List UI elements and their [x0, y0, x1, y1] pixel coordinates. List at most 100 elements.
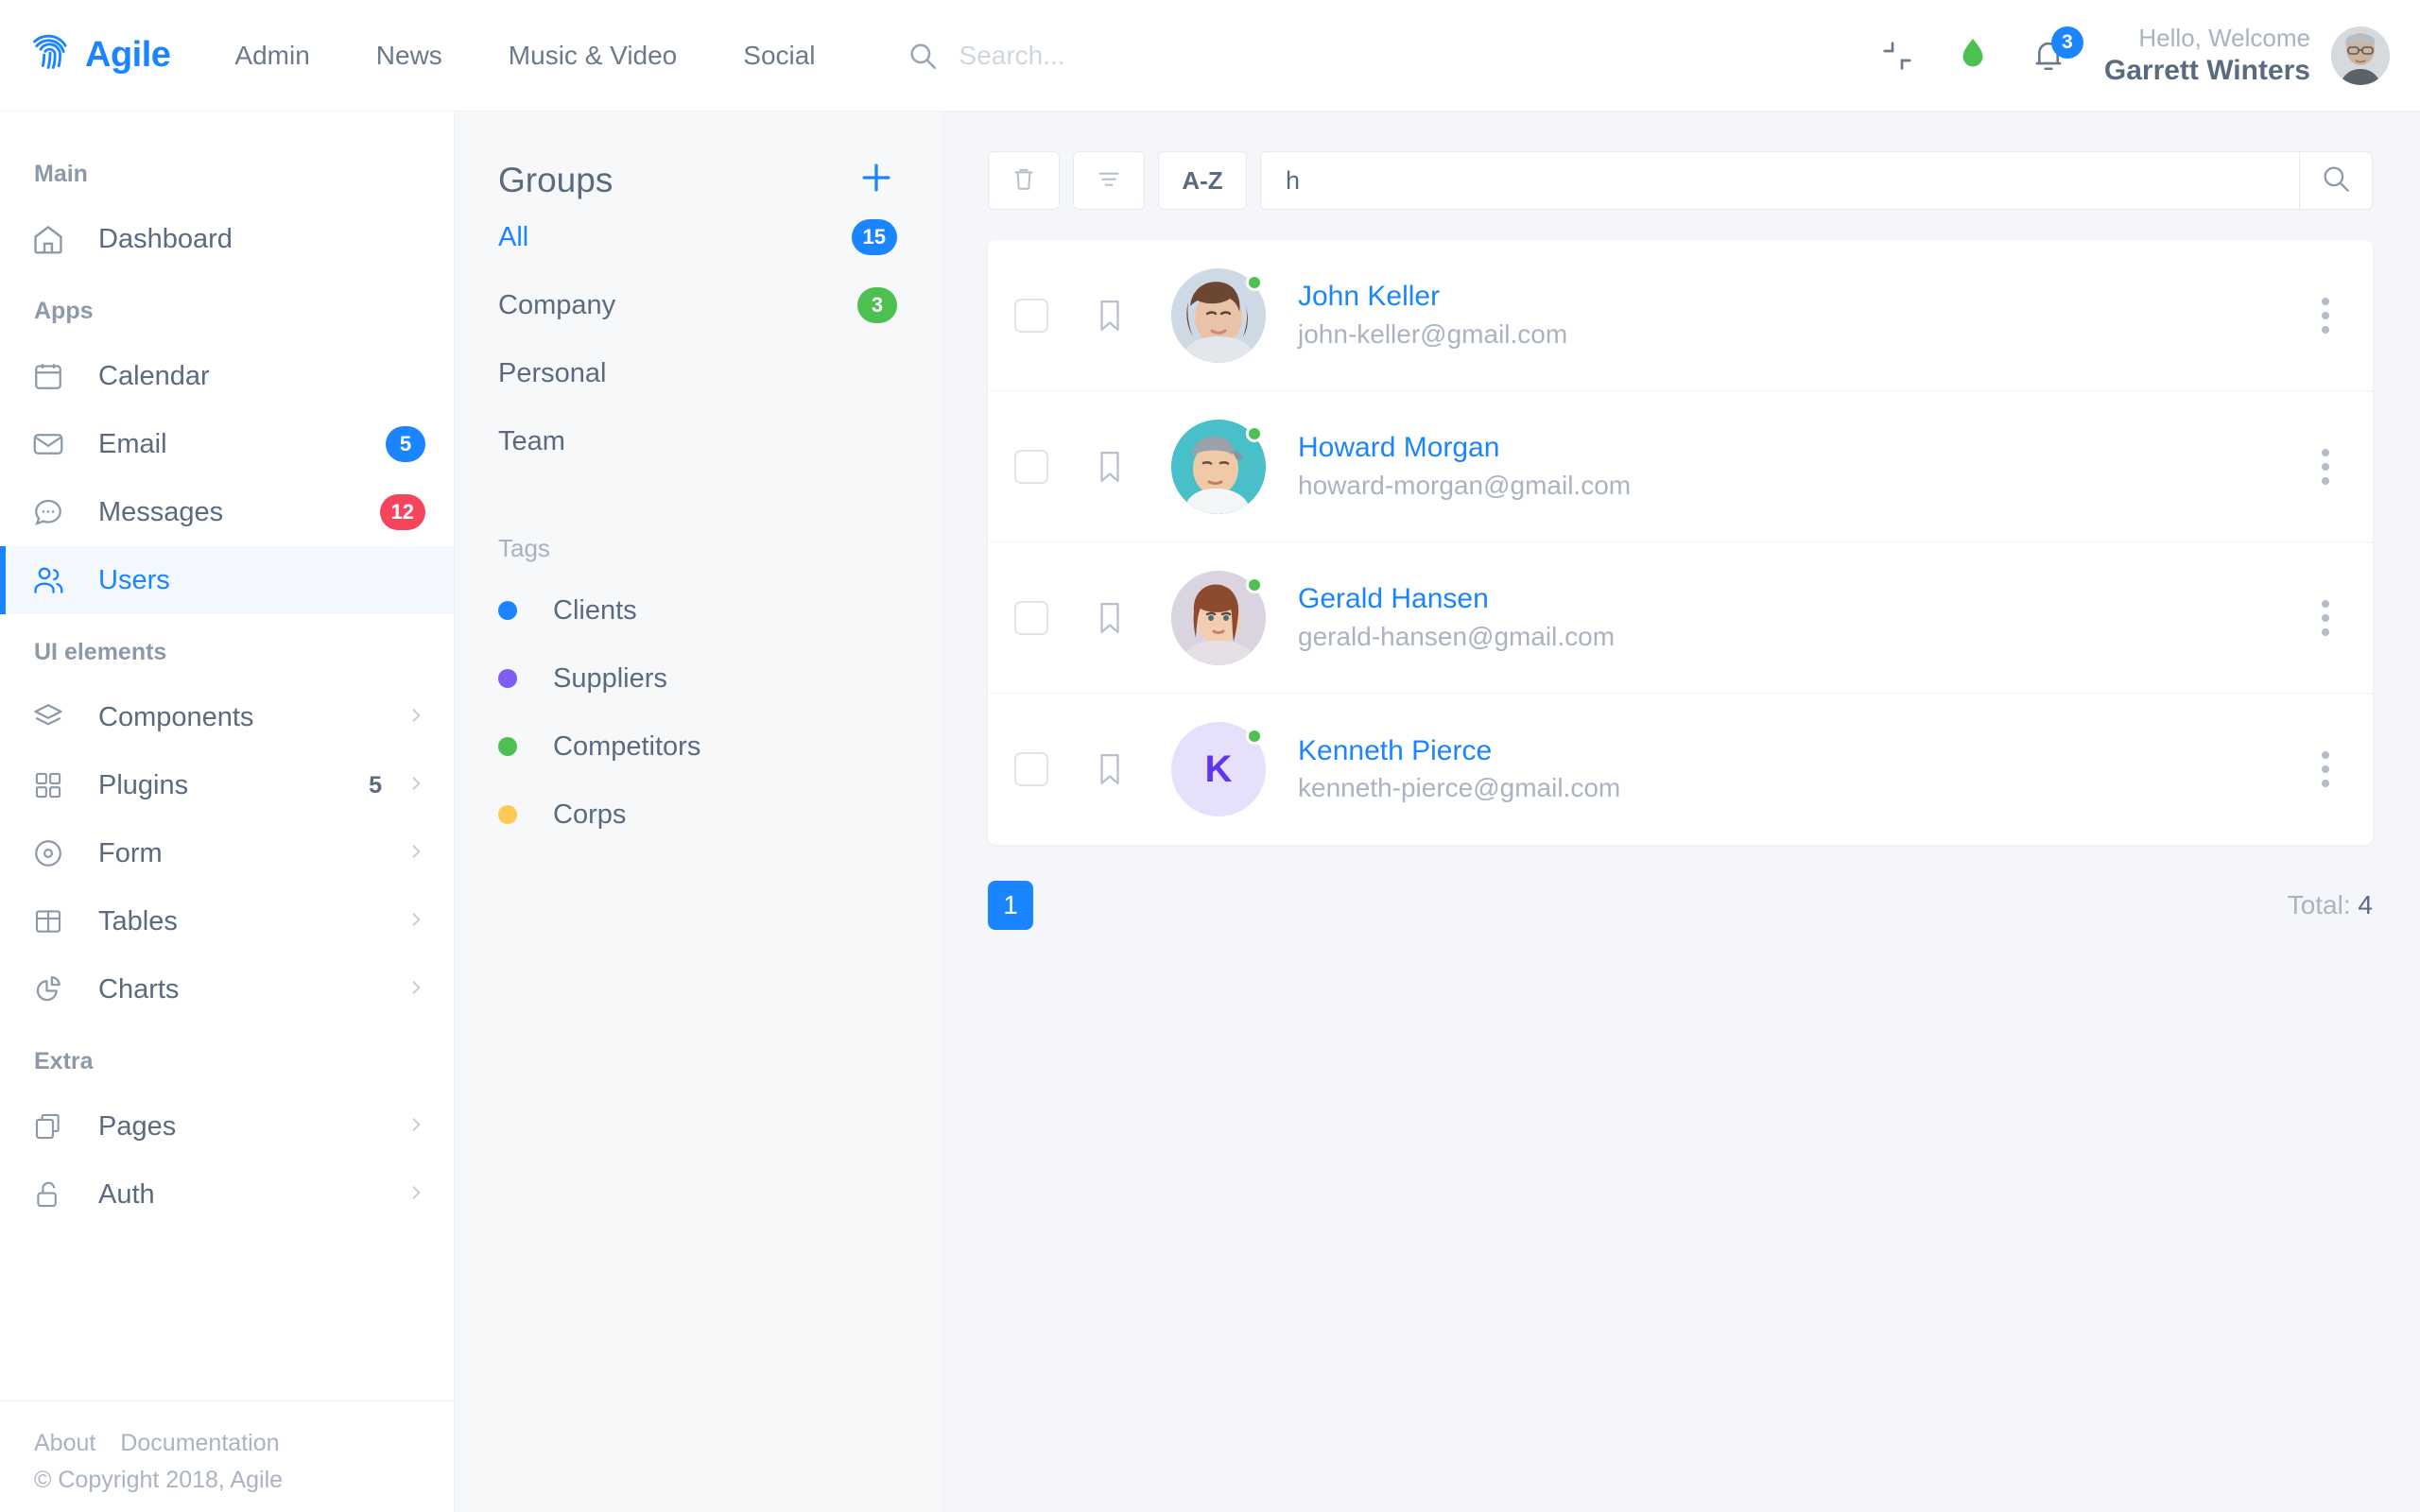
- sidebar-item-tables[interactable]: Tables: [0, 887, 454, 955]
- sidebar-item-users[interactable]: Users: [0, 546, 454, 614]
- chat-bubble-icon: [28, 492, 68, 532]
- tag-label: Clients: [553, 594, 637, 626]
- sidebar-item-label: Tables: [98, 905, 178, 936]
- sidebar-item-messages[interactable]: Messages 12: [0, 478, 454, 546]
- groups-panel: Groups All 15 Company 3 Personal Team Ta…: [455, 112, 941, 1512]
- table-row[interactable]: Howard Morgan howard-morgan@gmail.com: [988, 391, 2373, 542]
- search-icon: [907, 40, 939, 72]
- topnav-item-social[interactable]: Social: [743, 41, 815, 71]
- group-item-personal[interactable]: Personal: [498, 339, 897, 407]
- user-email: john-keller@gmail.com: [1298, 318, 1568, 349]
- sidebar-item-label: Email: [98, 428, 167, 459]
- row-checkbox[interactable]: [1014, 298, 1048, 333]
- water-drop-icon[interactable]: [1945, 28, 2000, 83]
- table-icon: [28, 902, 68, 941]
- row-menu-button[interactable]: [2310, 288, 2341, 343]
- user-name-link[interactable]: John Keller: [1298, 278, 2310, 317]
- chevron-right-icon: [406, 1115, 425, 1139]
- user-name-link[interactable]: Gerald Hansen: [1298, 580, 2310, 619]
- sidebar: Main Dashboard Apps Calendar Email 5 Mes…: [0, 112, 455, 1512]
- avatar[interactable]: [2331, 26, 2390, 85]
- row-menu-button[interactable]: [2310, 742, 2341, 797]
- filter-button[interactable]: [1073, 151, 1145, 210]
- sidebar-item-auth[interactable]: Auth: [0, 1160, 454, 1228]
- sort-az-button[interactable]: A-Z: [1158, 151, 1247, 210]
- row-checkbox[interactable]: [1014, 752, 1048, 786]
- greeting-text: Hello, Welcome: [2138, 23, 2310, 52]
- topnav-item-music-video[interactable]: Music & Video: [509, 41, 677, 71]
- total-label: Total:: [2287, 890, 2351, 919]
- copy-pages-icon: [28, 1107, 68, 1146]
- sidebar-item-label: Form: [98, 837, 163, 868]
- row-checkbox[interactable]: [1014, 600, 1048, 635]
- brand[interactable]: Agile: [28, 34, 171, 77]
- envelope-icon: [28, 424, 68, 464]
- user-name-link[interactable]: Howard Morgan: [1298, 429, 2310, 468]
- header-search[interactable]: [907, 40, 1849, 72]
- header-search-input[interactable]: [959, 40, 1451, 71]
- total-count: Total: 4: [2288, 890, 2373, 920]
- user-email: gerald-hansen@gmail.com: [1298, 621, 1616, 651]
- bookmark-icon[interactable]: [1094, 448, 1126, 486]
- sidebar-item-label: Plugins: [98, 769, 189, 800]
- layers-icon: [28, 697, 68, 737]
- row-menu-button[interactable]: [2310, 591, 2341, 645]
- groups-header: Groups: [498, 112, 897, 203]
- sidebar-item-plugins[interactable]: Plugins 5: [0, 751, 454, 819]
- group-item-team[interactable]: Team: [498, 407, 897, 475]
- pagination-page-1[interactable]: 1: [988, 881, 1033, 930]
- delete-button[interactable]: [988, 151, 1060, 210]
- bell-icon[interactable]: 3: [2021, 26, 2083, 83]
- user-name: Garrett Winters: [2103, 55, 2310, 86]
- tag-item-suppliers[interactable]: Suppliers: [498, 644, 897, 713]
- table-row[interactable]: K Kenneth Pierce kenneth-pierce@gmail.co…: [988, 694, 2373, 845]
- unlock-icon: [28, 1175, 68, 1214]
- status-badge: 15: [851, 219, 897, 255]
- sidebar-item-email[interactable]: Email 5: [0, 410, 454, 478]
- trash-icon: [1009, 163, 1039, 198]
- sidebar-item-pages[interactable]: Pages: [0, 1092, 454, 1160]
- header-actions: 3 Hello, Welcome Garrett Winters: [1849, 23, 2390, 89]
- search-input[interactable]: [1260, 151, 2299, 210]
- footer-link-about[interactable]: About: [34, 1430, 95, 1457]
- sidebar-item-calendar[interactable]: Calendar: [0, 342, 454, 410]
- sidebar-item-label: Components: [98, 701, 254, 732]
- search-submit-button[interactable]: [2299, 151, 2373, 210]
- topnav-item-news[interactable]: News: [376, 41, 442, 71]
- sidebar-item-label: Charts: [98, 973, 180, 1005]
- home-icon: [28, 219, 68, 259]
- table-row[interactable]: John Keller john-keller@gmail.com: [988, 240, 2373, 391]
- user-email: howard-morgan@gmail.com: [1298, 470, 1632, 500]
- group-item-all[interactable]: All 15: [498, 203, 897, 271]
- collapse-fullscreen-icon[interactable]: [1870, 28, 1925, 83]
- tag-item-clients[interactable]: Clients: [498, 576, 897, 644]
- main-content: A-Z h John Keller john-keller@gmail.com …: [941, 112, 2420, 1512]
- bookmark-icon[interactable]: [1094, 297, 1126, 335]
- row-menu-button[interactable]: [2310, 439, 2341, 494]
- sidebar-item-charts[interactable]: Charts: [0, 955, 454, 1023]
- table-row[interactable]: Gerald Hansen gerald-hansen@gmail.com: [988, 542, 2373, 694]
- plus-icon[interactable]: [856, 157, 897, 203]
- total-value: 4: [2358, 890, 2373, 919]
- chevron-right-icon: [406, 842, 425, 866]
- group-label: Personal: [498, 357, 607, 388]
- brand-name: Agile: [85, 35, 171, 75]
- bookmark-icon[interactable]: [1094, 599, 1126, 637]
- list-footer: 1 Total: 4: [988, 881, 2373, 930]
- sidebar-item-form[interactable]: Form: [0, 819, 454, 887]
- list-search: [1260, 151, 2373, 210]
- footer-link-documentation[interactable]: Documentation: [120, 1430, 279, 1457]
- sidebar-item-dashboard[interactable]: Dashboard: [0, 205, 454, 273]
- user-name-link[interactable]: Kenneth Pierce: [1298, 732, 2310, 771]
- tag-label: Competitors: [553, 730, 701, 762]
- avatar-wrapper: [1171, 267, 1266, 363]
- topnav-item-admin[interactable]: Admin: [234, 41, 309, 71]
- top-navigation: Admin News Music & Video Social: [234, 41, 881, 71]
- sidebar-item-components[interactable]: Components: [0, 683, 454, 751]
- tag-item-corps[interactable]: Corps: [498, 781, 897, 849]
- group-item-company[interactable]: Company 3: [498, 271, 897, 339]
- bookmark-icon[interactable]: [1094, 750, 1126, 788]
- sidebar-footer: About Documentation © Copyright 2018, Ag…: [0, 1400, 454, 1512]
- tag-item-competitors[interactable]: Competitors: [498, 713, 897, 781]
- row-checkbox[interactable]: [1014, 449, 1048, 484]
